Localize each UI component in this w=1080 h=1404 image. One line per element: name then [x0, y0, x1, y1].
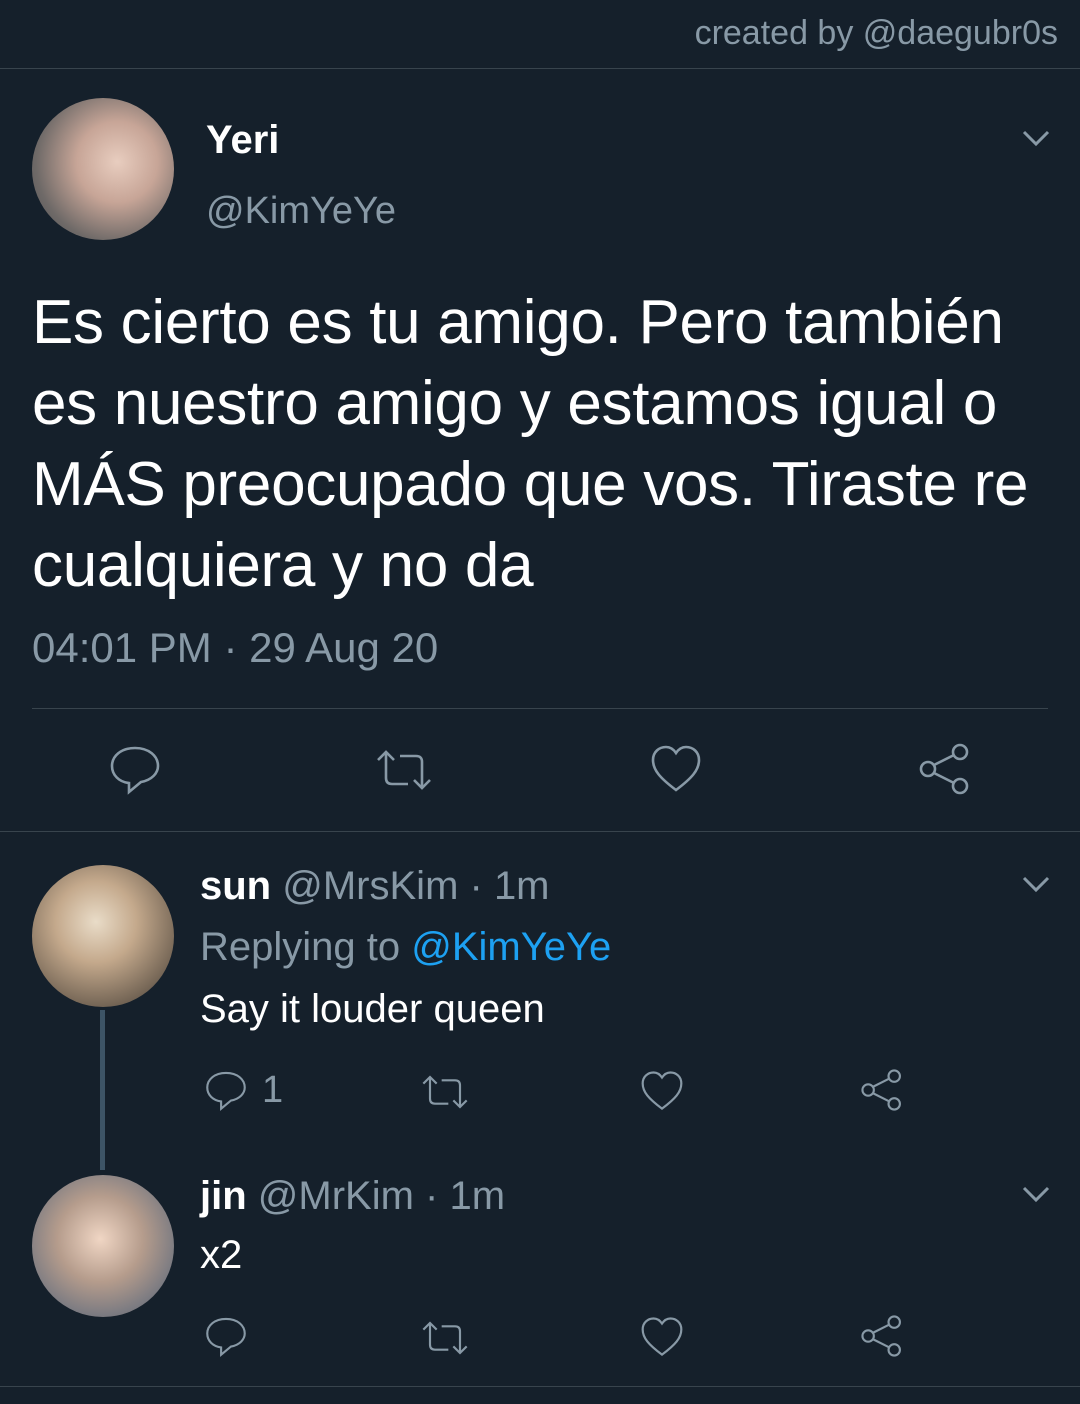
main-reply-button[interactable]: [108, 742, 162, 796]
replying-to-line: Replying to @KimYeYe: [200, 925, 611, 970]
reply-2-like-button[interactable]: [640, 1316, 684, 1358]
main-retweet-button[interactable]: [374, 746, 434, 794]
credit-watermark: created by @daegubr0s: [694, 14, 1058, 52]
reply-1-like-button[interactable]: [640, 1070, 684, 1112]
reply-chevron-down-icon[interactable]: [1016, 1174, 1056, 1214]
main-like-button[interactable]: [650, 744, 702, 794]
reply-1-share-button[interactable]: [860, 1068, 904, 1112]
reply-author-handle: @MrsKim: [282, 864, 459, 908]
main-tweet-chevron-down-icon[interactable]: [1016, 118, 1056, 158]
replying-to-handle-link[interactable]: @KimYeYe: [411, 925, 611, 969]
reply-header[interactable]: jin @MrKim · 1m: [200, 1174, 505, 1219]
reply-time: · 1m: [413, 1174, 506, 1218]
reply-2-reply-button[interactable]: [204, 1314, 248, 1358]
replying-to-label: Replying to: [200, 925, 412, 969]
main-tweet-text: Es cierto es tu amigo. Pero también es n…: [32, 288, 1029, 600]
reply-1-reply-button[interactable]: 1: [204, 1068, 283, 1112]
main-share-button[interactable]: [918, 742, 972, 796]
bottom-divider: [0, 1386, 1080, 1387]
reply-author-name: jin: [200, 1174, 247, 1218]
retweet-icon: [422, 1075, 468, 1109]
reply-avatar-jin[interactable]: [32, 1175, 174, 1317]
main-tweet-name[interactable]: Yeri: [206, 118, 279, 163]
heart-icon: [641, 1071, 683, 1111]
retweet-icon: [377, 750, 431, 790]
top-divider: [0, 68, 1080, 69]
main-tweet-timestamp: 04:01 PM · 29 Aug 20: [32, 624, 439, 671]
reply-icon: [206, 1071, 246, 1112]
heart-icon: [641, 1317, 683, 1357]
share-icon: [861, 1315, 901, 1357]
reply-icon: [110, 746, 160, 795]
reply-2-retweet-button[interactable]: [420, 1318, 470, 1358]
reply-icon: [206, 1317, 246, 1358]
reply-2-share-button[interactable]: [860, 1314, 904, 1358]
reply-time: · 1m: [458, 864, 550, 908]
reply-chevron-down-icon[interactable]: [1016, 864, 1056, 904]
reply-1-retweet-button[interactable]: [420, 1072, 470, 1112]
share-icon: [861, 1069, 901, 1111]
reply-avatar-sun[interactable]: [32, 865, 174, 1007]
thread-connector-line: [100, 1010, 105, 1170]
reply-text: Say it louder queen: [200, 987, 545, 1031]
share-icon: [919, 743, 969, 795]
retweet-icon: [422, 1321, 468, 1355]
main-tweet-divider: [32, 708, 1048, 709]
reply-text: x2: [200, 1233, 243, 1277]
reply-count: 1: [262, 1068, 284, 1111]
main-tweet-handle[interactable]: @KimYeYe: [206, 190, 396, 233]
main-tweet-bottom-divider: [0, 831, 1080, 832]
reply-author-name: sun: [200, 864, 272, 908]
reply-author-handle: @MrKim: [257, 1174, 414, 1218]
heart-icon: [651, 745, 701, 792]
main-tweet-avatar[interactable]: [32, 98, 174, 240]
reply-header[interactable]: sun @MrsKim · 1m: [200, 864, 550, 909]
